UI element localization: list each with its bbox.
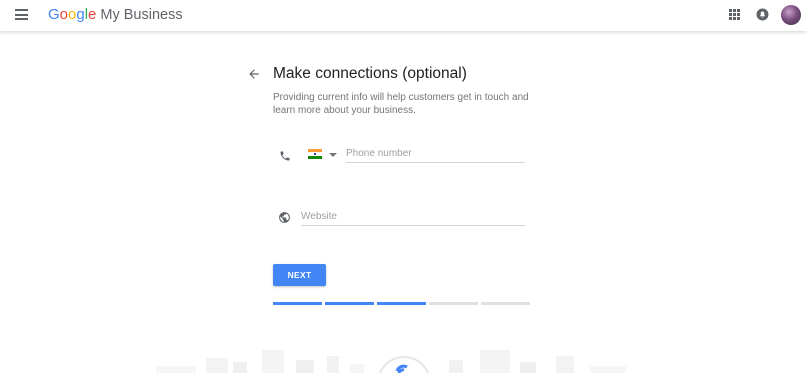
google-my-business-logo[interactable]: Google My Business [48, 6, 183, 24]
phone-icon [279, 149, 291, 161]
logo-letter: g [76, 6, 85, 23]
progress-step [377, 302, 426, 305]
progress-step [273, 302, 322, 305]
globe-icon [278, 211, 291, 224]
page-title: Make connections (optional) [273, 65, 467, 82]
progress-step [429, 302, 478, 305]
progress-step [325, 302, 374, 305]
country-dropdown-caret-icon[interactable] [329, 153, 337, 157]
progress-step [481, 302, 530, 305]
phone-number-input[interactable] [346, 148, 525, 163]
product-name: My Business [100, 7, 183, 23]
back-arrow-icon[interactable] [247, 67, 261, 81]
notifications-icon[interactable] [756, 8, 769, 21]
storefront-illustration [0, 340, 807, 374]
apps-icon[interactable] [729, 9, 740, 20]
logo-letter: o [59, 6, 69, 23]
logo-letter: e [88, 6, 97, 23]
top-app-bar: Google My Business [0, 0, 807, 31]
page-subtitle: Providing current info will help custome… [273, 92, 529, 116]
website-input[interactable] [301, 211, 525, 226]
india-flag-icon[interactable] [308, 149, 322, 159]
logo-letter: G [48, 6, 60, 23]
progress-indicator [273, 302, 530, 305]
account-avatar[interactable] [781, 5, 801, 25]
next-button[interactable]: NEXT [273, 264, 326, 286]
menu-icon[interactable] [15, 9, 28, 20]
